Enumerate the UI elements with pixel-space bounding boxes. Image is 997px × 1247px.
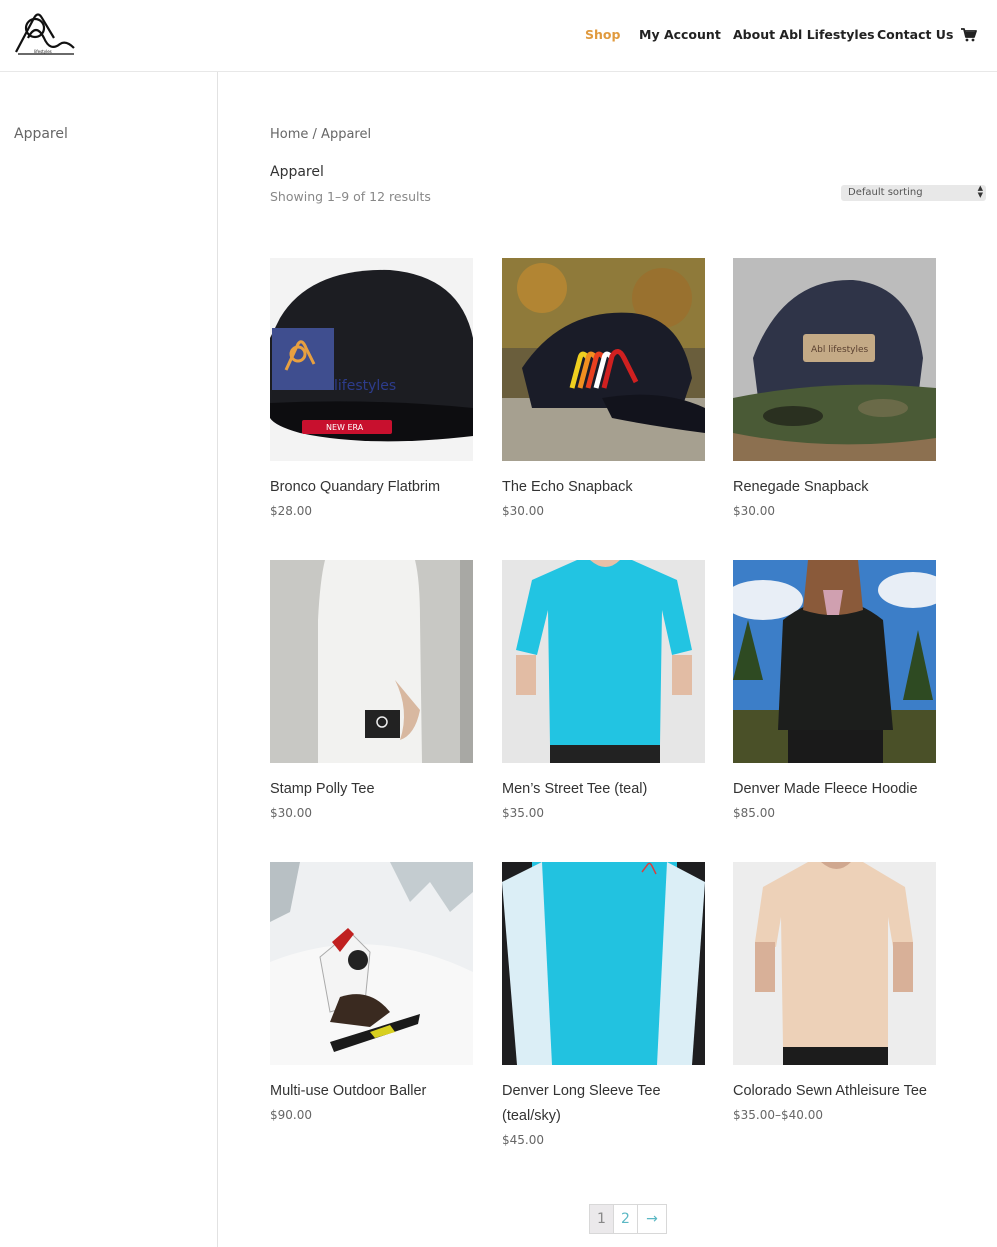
result-count: Showing 1–9 of 12 results: [270, 189, 431, 204]
page-2-button[interactable]: 2: [614, 1205, 638, 1233]
svg-text:NEW ERA: NEW ERA: [326, 423, 364, 432]
product-price: $30.00: [502, 504, 544, 518]
product-image[interactable]: [733, 560, 936, 763]
breadcrumb: Home / Apparel: [270, 127, 371, 142]
sort-selected-value: Default sorting: [848, 187, 923, 198]
product-title[interactable]: Multi-use Outdoor Baller: [270, 1079, 473, 1104]
product-card[interactable]: The Echo Snapback $30.00: [502, 258, 705, 522]
select-arrows-icon: ▲ ▼: [977, 184, 983, 199]
product-image[interactable]: [270, 560, 473, 763]
breadcrumb-home-link[interactable]: Home: [270, 127, 308, 142]
nav-item-shop[interactable]: Shop: [585, 27, 620, 42]
product-card[interactable]: Abl lifestyles Renegade Snapback $30.00: [733, 258, 936, 522]
product-title[interactable]: Denver Long Sleeve Tee (teal/sky): [502, 1079, 705, 1129]
nav-item-my-account[interactable]: My Account: [639, 27, 721, 42]
product-title[interactable]: Colorado Sewn Athleisure Tee: [733, 1079, 936, 1104]
product-price: $35.00–$40.00: [733, 1108, 823, 1122]
nav-item-contact[interactable]: Contact Us: [877, 27, 953, 42]
product-card[interactable]: Multi-use Outdoor Baller $90.00: [270, 862, 473, 1126]
page-title: Apparel: [270, 164, 324, 180]
shopping-cart-icon[interactable]: [961, 28, 977, 42]
page-1-button: 1: [590, 1205, 614, 1233]
product-price: $85.00: [733, 806, 775, 820]
product-price: $30.00: [733, 504, 775, 518]
product-title[interactable]: The Echo Snapback: [502, 475, 705, 500]
product-title[interactable]: Men’s Street Tee (teal): [502, 777, 705, 802]
sidebar: Apparel: [0, 72, 218, 1247]
product-price: $35.00: [502, 806, 544, 820]
product-image[interactable]: lifestyles NEW ERA: [270, 258, 473, 461]
product-card[interactable]: Colorado Sewn Athleisure Tee $35.00–$40.…: [733, 862, 936, 1126]
sidebar-item-apparel[interactable]: Apparel: [14, 126, 68, 142]
product-image[interactable]: [502, 862, 705, 1065]
sort-select[interactable]: Default sorting ▲ ▼: [841, 185, 986, 201]
abl-lifestyles-logo[interactable]: lifestyles: [14, 8, 78, 58]
product-card[interactable]: Stamp Polly Tee $30.00: [270, 560, 473, 824]
product-image[interactable]: [733, 862, 936, 1065]
product-title[interactable]: Stamp Polly Tee: [270, 777, 473, 802]
svg-text:lifestyles: lifestyles: [334, 378, 396, 394]
product-title[interactable]: Denver Made Fleece Hoodie: [733, 777, 936, 802]
nav-item-about[interactable]: About Abl Lifestyles: [733, 27, 875, 42]
product-card[interactable]: lifestyles NEW ERA Bronco Quandary Flatb…: [270, 258, 473, 522]
breadcrumb-separator: /: [308, 127, 322, 142]
product-title[interactable]: Renegade Snapback: [733, 475, 936, 500]
product-price: $28.00: [270, 504, 312, 518]
product-price: $45.00: [502, 1133, 544, 1147]
next-page-arrow-icon[interactable]: →: [638, 1205, 666, 1233]
svg-text:Abl lifestyles: Abl lifestyles: [811, 345, 869, 355]
product-card[interactable]: Denver Long Sleeve Tee (teal/sky) $45.00: [502, 862, 705, 1151]
product-card[interactable]: Men’s Street Tee (teal) $35.00: [502, 560, 705, 824]
product-card[interactable]: Denver Made Fleece Hoodie $85.00: [733, 560, 936, 824]
product-image[interactable]: [502, 560, 705, 763]
site-header: lifestyles Shop My Account About Abl Lif…: [0, 0, 997, 72]
product-image[interactable]: [270, 862, 473, 1065]
svg-text:lifestyles: lifestyles: [34, 49, 52, 54]
breadcrumb-current: Apparel: [321, 127, 372, 142]
product-image[interactable]: [502, 258, 705, 461]
product-price: $30.00: [270, 806, 312, 820]
product-price: $90.00: [270, 1108, 312, 1122]
product-image[interactable]: Abl lifestyles: [733, 258, 936, 461]
product-title[interactable]: Bronco Quandary Flatbrim: [270, 475, 473, 500]
pagination: 1 2 →: [589, 1204, 667, 1234]
